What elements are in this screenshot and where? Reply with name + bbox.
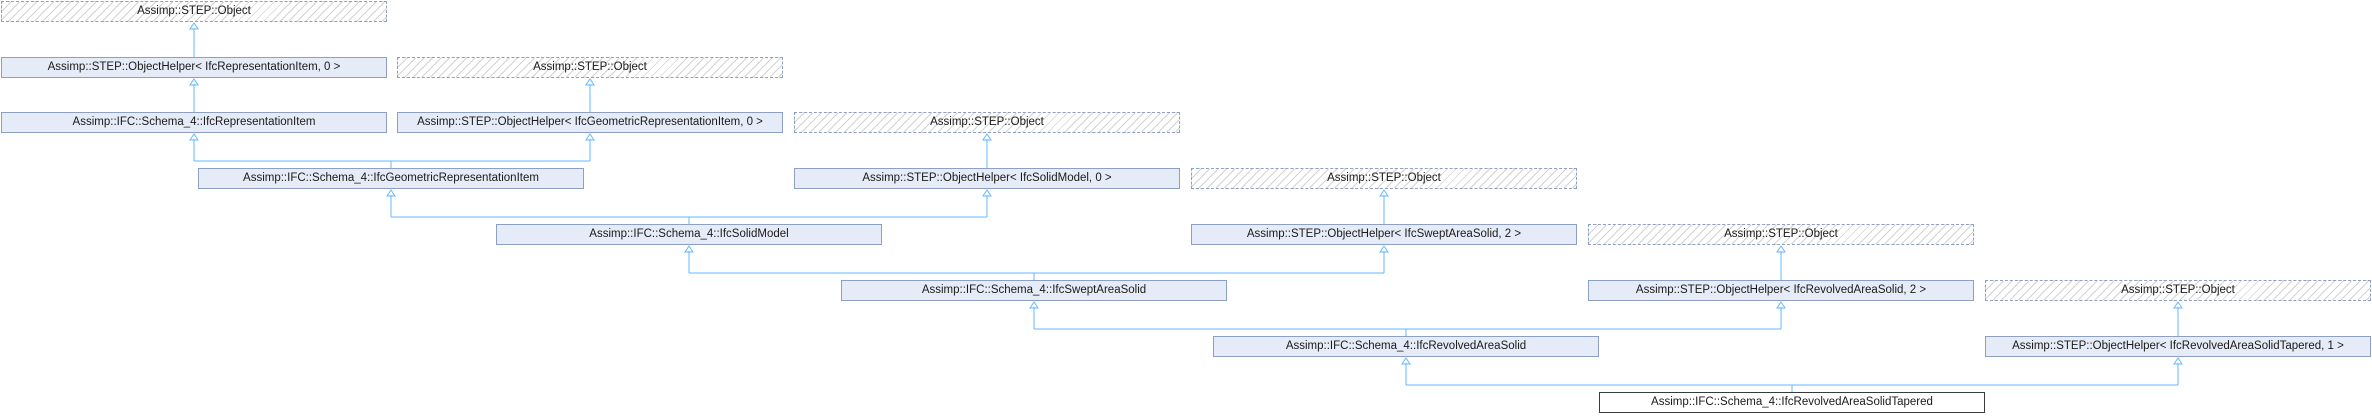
node-objecthelper-ifcrepresentationitem[interactable]: Assimp::STEP::ObjectHelper< IfcRepresent…	[1, 57, 387, 78]
node-step-object[interactable]: Assimp::STEP::Object	[1191, 168, 1577, 189]
inheritance-diagram: Assimp::STEP::Object Assimp::STEP::Objec…	[0, 0, 2372, 416]
node-objecthelper-ifcsolidmodel[interactable]: Assimp::STEP::ObjectHelper< IfcSolidMode…	[794, 168, 1180, 189]
node-objecthelper-ifcgeometricrepresentationitem[interactable]: Assimp::STEP::ObjectHelper< IfcGeometric…	[397, 112, 783, 133]
node-objecthelper-ifcrevolvedareasolidtapered[interactable]: Assimp::STEP::ObjectHelper< IfcRevolvedA…	[1985, 336, 2371, 357]
node-ifcsolidmodel[interactable]: Assimp::IFC::Schema_4::IfcSolidModel	[496, 224, 882, 245]
node-ifcsweptareasolid[interactable]: Assimp::IFC::Schema_4::IfcSweptAreaSolid	[841, 280, 1227, 301]
node-step-object[interactable]: Assimp::STEP::Object	[1588, 224, 1974, 245]
node-ifcrevolvedareasolid[interactable]: Assimp::IFC::Schema_4::IfcRevolvedAreaSo…	[1213, 336, 1599, 357]
node-step-object[interactable]: Assimp::STEP::Object	[1, 1, 387, 22]
node-objecthelper-ifcrevolvedareasolid[interactable]: Assimp::STEP::ObjectHelper< IfcRevolvedA…	[1588, 280, 1974, 301]
node-step-object[interactable]: Assimp::STEP::Object	[1985, 280, 2371, 301]
node-ifcrepresentationitem[interactable]: Assimp::IFC::Schema_4::IfcRepresentation…	[1, 112, 387, 133]
node-objecthelper-ifcsweptareasolid[interactable]: Assimp::STEP::ObjectHelper< IfcSweptArea…	[1191, 224, 1577, 245]
node-ifcgeometricrepresentationitem[interactable]: Assimp::IFC::Schema_4::IfcGeometricRepre…	[198, 168, 584, 189]
node-step-object[interactable]: Assimp::STEP::Object	[794, 112, 1180, 133]
node-step-object[interactable]: Assimp::STEP::Object	[397, 57, 783, 78]
node-ifcrevolvedareasolidtapered: Assimp::IFC::Schema_4::IfcRevolvedAreaSo…	[1599, 392, 1985, 413]
